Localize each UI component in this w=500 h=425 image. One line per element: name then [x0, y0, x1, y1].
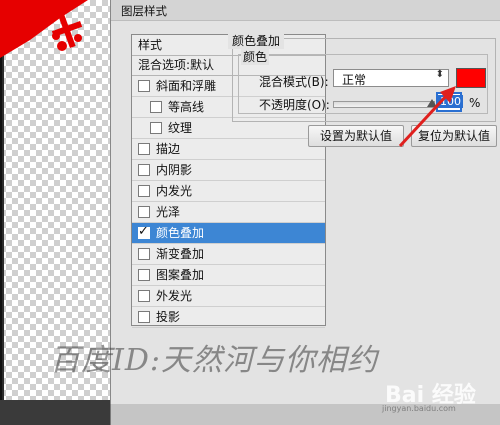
dialog-title: 图层样式: [121, 4, 167, 18]
style-item-label: 光泽: [156, 205, 181, 219]
style-item-label: 斜面和浮雕: [156, 79, 217, 93]
blend-mode-label: 混合模式(B):: [259, 75, 329, 89]
make-default-button[interactable]: 设置为默认值: [308, 125, 404, 147]
style-item[interactable]: 外发光: [132, 286, 325, 307]
style-item-label: 内阴影: [156, 163, 193, 177]
opacity-input[interactable]: 100: [436, 92, 463, 112]
checkmark-icon: ✓: [138, 224, 149, 239]
watermark-text: 百度ID:天然河与你相约: [50, 343, 379, 378]
opacity-unit: %: [469, 96, 481, 110]
color-swatch[interactable]: [456, 68, 486, 88]
checkbox[interactable]: [138, 206, 150, 218]
style-item[interactable]: ✓ 颜色叠加: [132, 223, 325, 244]
brand-watermark: Bai 经验 jingyan.baidu.com: [382, 377, 476, 413]
opacity-label: 不透明度(O):: [259, 98, 330, 112]
blend-mode-value: 正常: [342, 73, 367, 87]
style-item[interactable]: 光泽: [132, 202, 325, 223]
blend-mode-select[interactable]: 正常 ⬍: [333, 69, 449, 87]
style-item-label: 图案叠加: [156, 268, 205, 282]
canvas-edge-dark: [0, 0, 2, 425]
subgroup-title: 颜色: [241, 48, 270, 65]
checkbox[interactable]: [138, 80, 150, 92]
checkbox[interactable]: [138, 269, 150, 281]
checkbox[interactable]: [138, 185, 150, 197]
style-item-label: 外发光: [156, 289, 193, 303]
style-item-label: 内发光: [156, 184, 193, 198]
style-item-label: 纹理: [168, 121, 193, 135]
checkbox[interactable]: [150, 101, 162, 113]
style-item-label: 描边: [156, 142, 181, 156]
checkbox[interactable]: [138, 164, 150, 176]
style-item-label: 渐变叠加: [156, 247, 205, 261]
checkbox[interactable]: [150, 122, 162, 134]
style-item-label: 颜色叠加: [156, 226, 205, 240]
opacity-value: 100: [438, 95, 463, 108]
style-item-label: 投影: [156, 310, 181, 324]
opacity-slider[interactable]: [333, 101, 435, 108]
style-item[interactable]: 图案叠加: [132, 265, 325, 286]
checkbox[interactable]: [138, 290, 150, 302]
style-item[interactable]: 渐变叠加: [132, 244, 325, 265]
dialog-titlebar[interactable]: 图层样式: [111, 0, 500, 21]
style-item[interactable]: 描边: [132, 139, 325, 160]
style-item[interactable]: 投影: [132, 307, 325, 328]
checkbox[interactable]: [138, 311, 150, 323]
reset-default-button[interactable]: 复位为默认值: [411, 125, 497, 147]
style-item[interactable]: 内发光: [132, 181, 325, 202]
checkbox[interactable]: [138, 143, 150, 155]
updown-arrow-icon: ⬍: [435, 69, 444, 80]
style-item[interactable]: 内阴影: [132, 160, 325, 181]
group-title: 颜色叠加: [228, 32, 285, 49]
style-item-label: 等高线: [168, 100, 205, 114]
checkbox[interactable]: [138, 248, 150, 260]
brand-url: jingyan.baidu.com: [382, 404, 456, 413]
red-snowflake-shape: [0, 0, 88, 58]
checkbox[interactable]: ✓: [138, 224, 150, 239]
